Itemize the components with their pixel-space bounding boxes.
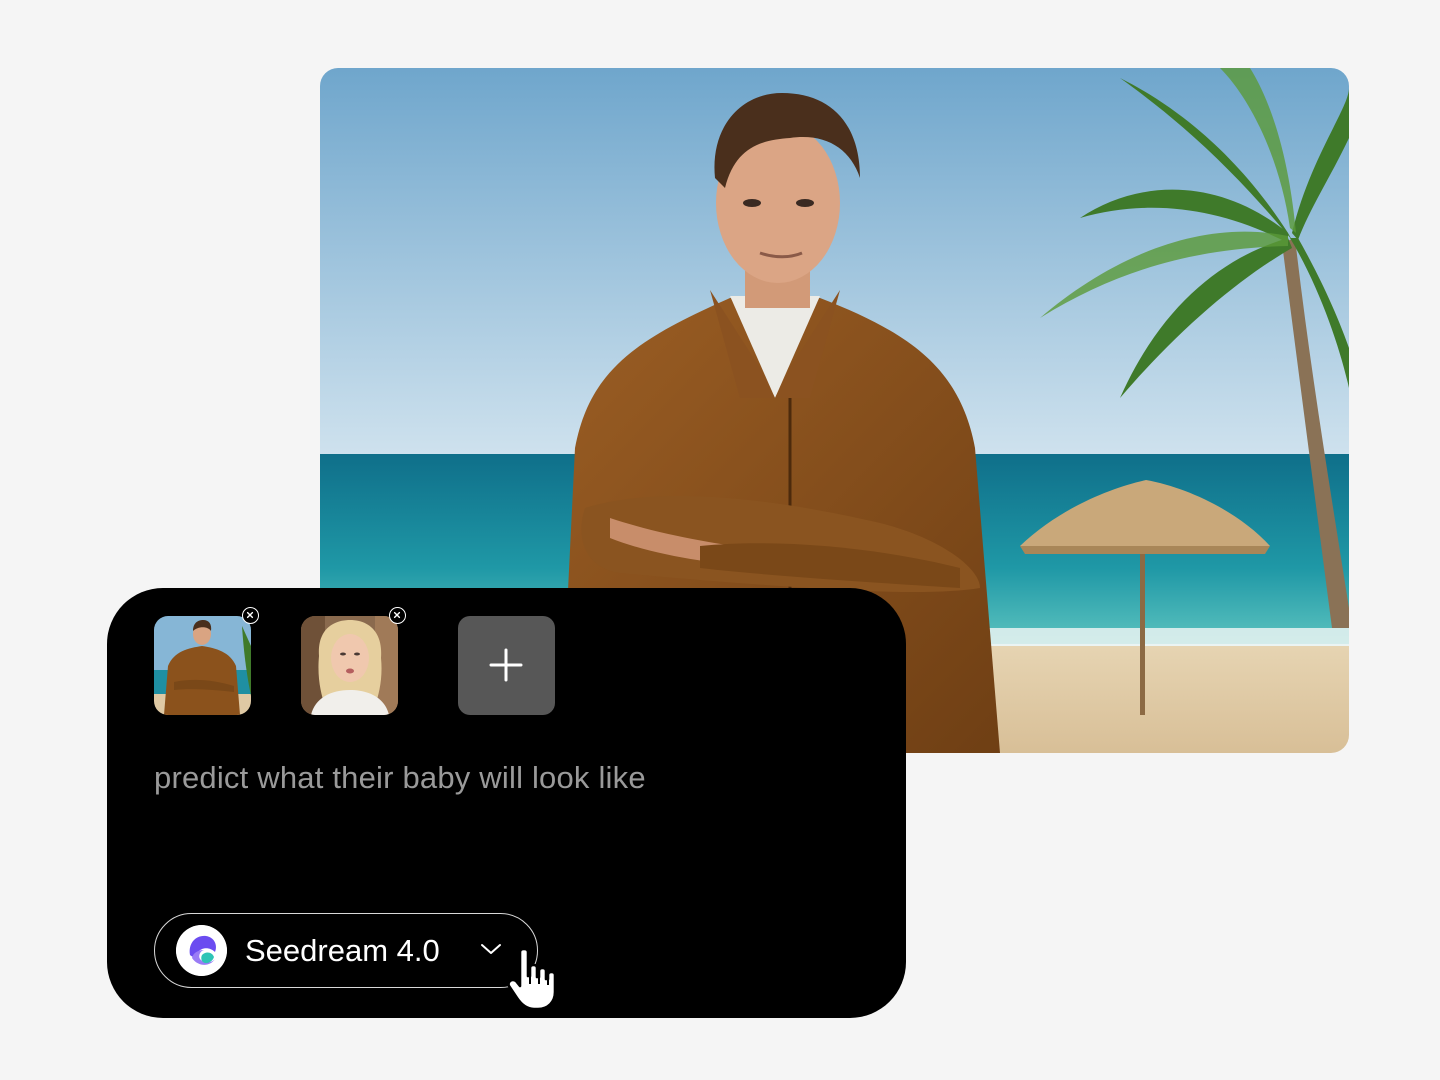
model-selector[interactable]: Seedream 4.0	[154, 913, 538, 988]
chevron-down-icon[interactable]	[480, 942, 502, 956]
reference-image-man[interactable]	[154, 616, 251, 715]
remove-reference-button[interactable]	[389, 607, 406, 624]
woman-photo-thumbnail	[301, 616, 398, 715]
close-icon	[393, 611, 401, 619]
reference-image-woman[interactable]	[301, 616, 398, 715]
remove-reference-button[interactable]	[242, 607, 259, 624]
model-name: Seedream 4.0	[245, 933, 440, 968]
add-reference-button[interactable]	[458, 616, 555, 715]
plus-icon	[489, 648, 523, 682]
prompt-composer: predict what their baby will look like S…	[107, 588, 906, 1018]
man-photo-thumbnail	[154, 616, 251, 715]
page: predict what their baby will look like S…	[0, 0, 1440, 1080]
seedream-logo-icon	[176, 925, 227, 976]
prompt-input[interactable]: predict what their baby will look like	[154, 758, 854, 798]
close-icon	[246, 611, 254, 619]
